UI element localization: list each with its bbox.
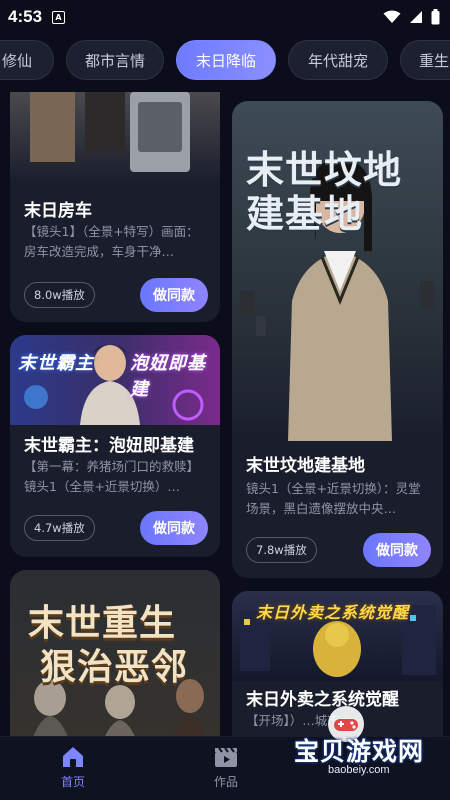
card-title: 末世霸主：泡妞即基建 [24,436,194,456]
play-count-badge: 4.7w播放 [24,515,95,541]
home-icon [63,747,83,767]
poster-title-line: 建基地 [246,191,364,236]
watermark-title: 宝贝游戏网 [294,737,425,766]
tab-xiuxian[interactable]: 修仙 [0,40,54,80]
video-card[interactable]: 末日房车 【镜头1】（全景+特写）画面：房车改造完成，车身干净… 8.0w播放 … [10,92,220,322]
play-count-badge: 7.8w播放 [246,537,317,563]
nav-item-works[interactable]: 作品 [196,745,256,790]
nav-item-home[interactable]: 首页 [43,745,103,790]
card-description: 【第一幕：养猪场门口的救赎】镜头1（全景+近景切换）… [24,459,200,494]
make-same-button[interactable]: 做同款 [140,278,208,312]
battery-icon [431,9,440,25]
nav-label: 作品 [213,775,238,789]
poster-title-line: 泡妞即基建 [130,353,206,400]
poster-title-line: 末日外卖之系统觉醒 [256,603,410,622]
tab-chongsheng[interactable]: 重生 [400,40,450,80]
video-card[interactable]: 末世坟地 建基地 末世坟地建基地 镜头1（全景+近景切换）：灵堂场景，黑白遗像摆… [232,101,443,578]
tab-dushi-yanqing[interactable]: 都市言情 [66,40,164,80]
app-notification-icon: A [52,10,66,24]
tab-mori-jianglin[interactable]: 末日降临 [176,40,276,80]
watermark-url: baobeiy.com [328,764,390,776]
play-count-badge: 8.0w播放 [24,282,95,308]
card-description: 镜头1（全景+近景切换）：灵堂场景，黑白遗像摆放中央… [246,481,421,516]
poster-title-line: 末世霸主 [18,353,94,374]
clapperboard-icon [215,747,237,767]
make-same-button[interactable]: 做同款 [363,533,431,567]
card-title: 末日房车 [24,201,92,221]
status-time: 4:53 [8,7,43,26]
card-description: 【镜头1】（全景+特写）画面：房车改造完成，车身干净… [24,224,199,259]
status-bar: 4:53 A [0,0,450,34]
tab-niandai-tianchong[interactable]: 年代甜宠 [288,40,388,80]
card-title: 末世坟地建基地 [246,456,365,476]
category-tabs: 修仙 都市言情 末日降临 年代甜宠 重生 [0,40,450,82]
video-card[interactable]: 末世霸主 泡妞即基建 末世霸主：泡妞即基建 【第一幕：养猪场门口的救赎】镜头1（… [10,335,220,557]
signal-icon [410,11,422,23]
poster-title-line: 狠治恶邻 [40,646,189,688]
watermark-logo: 宝贝游戏网 baobeiy.com [268,704,448,784]
make-same-button[interactable]: 做同款 [140,511,208,545]
nav-label: 首页 [60,775,85,789]
thumbnail-image [10,92,220,182]
wifi-icon [383,10,401,23]
